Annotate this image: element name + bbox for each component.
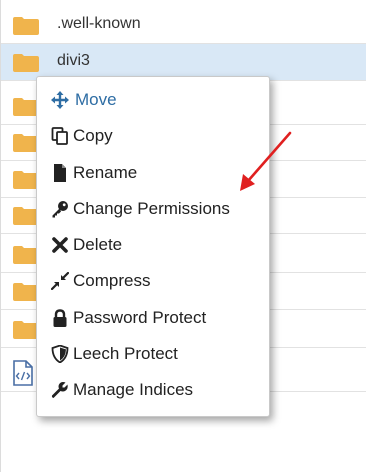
annotation-arrow [240,131,292,191]
menu-item-leech-protect[interactable]: Leech Protect [37,337,269,371]
file-row-well-known[interactable]: .well-known [1,7,366,44]
menu-item-label: Compress [73,271,151,290]
compress-icon [51,272,69,290]
menu-item-password-protect[interactable]: Password Protect [37,301,269,335]
menu-item-compress[interactable]: Compress [37,264,269,298]
menu-item-label: Change Permissions [73,199,230,218]
menu-item-label: Password Protect [73,308,207,327]
folder-icon [13,54,39,72]
file-icon [54,164,66,182]
menu-item-manage-indices[interactable]: Manage Indices [37,373,269,407]
file-name[interactable]: .well-known [57,15,141,33]
shield-icon [51,345,69,363]
code-file-icon [13,360,33,386]
lock-icon [53,309,67,327]
key-icon [52,201,68,218]
menu-item-move[interactable]: Move [37,83,269,117]
folder-icon [13,17,39,35]
menu-item-label: Copy [73,126,113,145]
menu-item-label: Rename [73,163,138,182]
menu-item-delete[interactable]: Delete [37,228,269,262]
menu-item-label: Manage Indices [73,380,194,399]
menu-item-label: Move [75,90,117,109]
menu-item-label: Delete [73,235,123,254]
move-icon [51,91,69,109]
copy-icon [51,127,68,145]
x-icon [52,237,68,253]
menu-item-label: Leech Protect [73,344,178,363]
wrench-icon [51,382,68,398]
file-name[interactable]: divi3 [57,52,90,70]
